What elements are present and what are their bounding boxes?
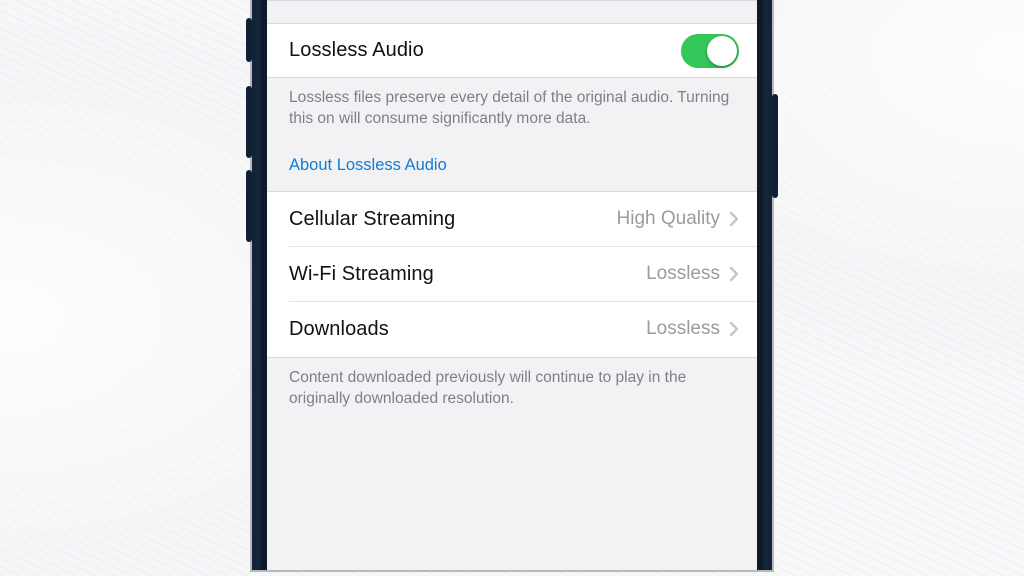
device-frame: Lossless Audio Lossless files preserve e… — [252, 0, 772, 570]
section-gap — [267, 1, 757, 23]
lossless-audio-row[interactable]: Lossless Audio — [267, 23, 757, 78]
wifi-streaming-row[interactable]: Wi-Fi Streaming Lossless — [267, 247, 757, 302]
volume-down-button — [246, 170, 252, 242]
downloads-label: Downloads — [289, 318, 389, 341]
lossless-audio-label: Lossless Audio — [289, 39, 424, 62]
wifi-streaming-label: Wi-Fi Streaming — [289, 263, 434, 286]
screen: Lossless Audio Lossless files preserve e… — [267, 0, 757, 570]
volume-up-button — [246, 86, 252, 158]
toggle-knob — [707, 36, 737, 66]
about-lossless-link[interactable]: About Lossless Audio — [289, 156, 447, 174]
wifi-streaming-value: Lossless — [646, 263, 720, 285]
chevron-right-icon — [729, 321, 739, 337]
side-button — [246, 18, 252, 62]
quality-group: Cellular Streaming High Quality Wi-Fi St… — [267, 191, 757, 358]
cellular-streaming-row[interactable]: Cellular Streaming High Quality — [267, 192, 757, 247]
cellular-streaming-value: High Quality — [617, 208, 721, 230]
power-button — [772, 94, 778, 198]
lossless-description: Lossless files preserve every detail of … — [267, 78, 757, 142]
downloads-row[interactable]: Downloads Lossless — [267, 302, 757, 357]
lossless-audio-toggle[interactable] — [681, 34, 739, 68]
downloads-note: Content downloaded previously will conti… — [267, 358, 757, 422]
chevron-right-icon — [729, 211, 739, 227]
chevron-right-icon — [729, 266, 739, 282]
downloads-value: Lossless — [646, 318, 720, 340]
cellular-streaming-label: Cellular Streaming — [289, 208, 455, 231]
lossless-learn-more-row: About Lossless Audio — [267, 142, 757, 191]
